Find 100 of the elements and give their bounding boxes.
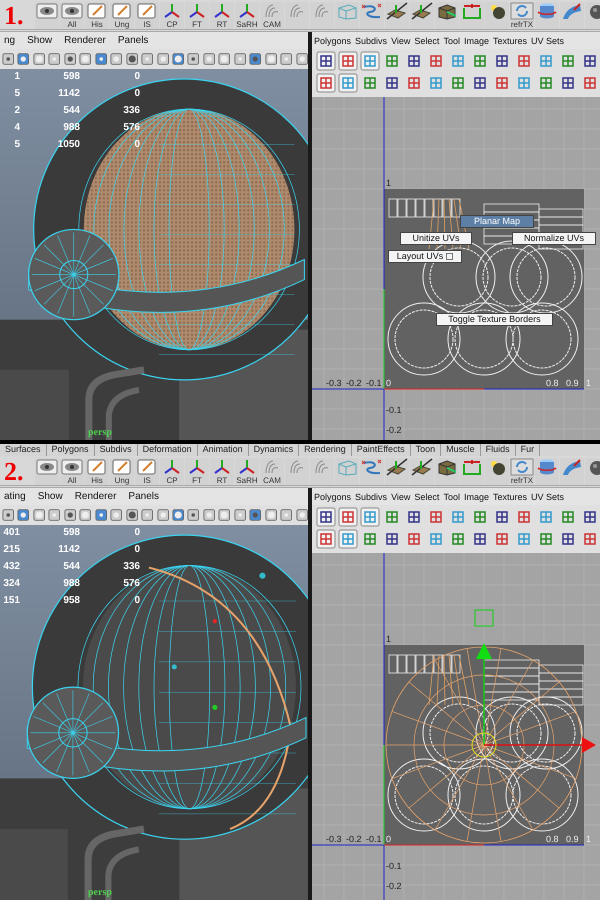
menu-item[interactable]: Select [414,492,440,502]
menu-item[interactable]: UV Sets [530,36,564,46]
shelf-button[interactable]: IS [135,2,159,29]
shelf-button[interactable]: RT [210,2,234,29]
shelf-button[interactable] [535,458,559,485]
shelf-button[interactable] [385,458,409,485]
menu-item[interactable]: UV Sets [530,492,564,502]
shelf-button[interactable] [485,2,509,29]
menu-item[interactable]: ng [4,35,16,46]
axis-label: -0.1 [386,405,402,415]
shelf-button[interactable]: CAM [260,458,284,485]
poly-count-stat: 5 [13,88,20,99]
step-number: 2. [3,458,24,485]
hotkey-menu-item[interactable]: Unitize UVs [400,232,472,245]
viewport-tool-icon[interactable] [296,52,308,66]
menu-item[interactable]: Select [414,36,440,46]
poly-count-stat: 215 [2,544,20,555]
option-box-icon[interactable] [446,253,454,260]
uv-tool-icon[interactable] [316,507,336,527]
frame-icon [460,458,484,476]
axis-label: 0 [386,378,392,388]
menu-item[interactable]: Textures [492,492,527,502]
shelf-button[interactable]: CP [160,2,184,29]
eye-icon [35,2,59,20]
menu-item[interactable]: View [391,492,410,502]
shelf-button[interactable] [410,458,434,485]
shelf-button[interactable]: All [60,458,84,485]
menu-item[interactable]: Subdivs [355,492,388,502]
menu-item[interactable]: Panels [128,491,159,502]
cylinder-icon [535,2,559,20]
shelf-button[interactable]: His [85,458,109,485]
uv-texture-editor[interactable]: 1 -0.3 -0.2 -0.1 0 0.8 0.9 1 -0.1 -0.2 Planar Map Unitize UVs Normalize UVs Layout UVs Toggle Texture Borders [312,97,600,440]
uv-tool-icon[interactable] [316,51,336,71]
shelf-button[interactable]: SaRH [235,458,259,485]
viewport-tool-icon[interactable] [296,508,308,522]
shelf-button[interactable] [35,2,59,29]
shelf-button[interactable] [485,458,509,485]
shelf-button[interactable] [535,2,559,29]
frame-icon [460,2,484,20]
shelf-button[interactable]: CP [160,458,184,485]
hotkey-menu-item[interactable]: Layout UVs [388,250,462,263]
hotkey-menu-item[interactable]: Planar Map [460,215,534,228]
uv-tool-icon[interactable] [338,51,358,71]
menu-item[interactable]: Subdivs [355,36,388,46]
poly-count-stat: 324 [2,578,20,589]
move-manipulator-icon[interactable] [472,610,596,758]
shelf-button[interactable]: refrTX [510,2,534,29]
shelf-button[interactable]: RT [210,458,234,485]
shelf-button[interactable]: Ung [110,458,134,485]
shelf-button[interactable] [385,2,409,29]
poly-count-stat: 598 [62,527,80,538]
menu-item[interactable]: ating [4,491,26,502]
shelf-button[interactable] [35,458,59,485]
poly-count-stat: 1142 [57,544,80,555]
plane-icon [385,2,409,20]
menu-item[interactable]: Tool [443,36,460,46]
cylinder-icon [535,458,559,476]
curve-icon [360,2,384,20]
hotkey-menu-item[interactable]: Normalize UVs [512,232,596,245]
menu-item[interactable]: Tool [443,492,460,502]
shelf-button[interactable] [560,458,584,485]
uv-texture-editor[interactable]: 1 -0.3 -0.2 -0.1 0 0.8 0.9 1 -0.1 -0.2 [312,553,600,900]
curve-icon [360,458,384,476]
menu-item[interactable]: Polygons [314,492,352,502]
axis-label: -0.2 [386,425,402,435]
shelf-button[interactable] [460,458,484,485]
poly-count-stat: 432 [2,561,20,572]
shelf-button[interactable]: IS [135,458,159,485]
shelf-button[interactable]: CAM [260,2,284,29]
shelf-button[interactable]: FT [185,2,209,29]
menu-item[interactable]: Image [464,36,489,46]
hotkey-menu-item[interactable]: Toggle Texture Borders [436,313,553,326]
menu-item[interactable]: Panels [118,35,148,46]
shelf-button[interactable]: FT [185,458,209,485]
axis-label: 0.8 [546,378,559,388]
uv-tool-icon[interactable] [338,507,358,527]
shelf-button[interactable] [435,2,459,29]
shelf-button[interactable]: refrTX [510,458,534,485]
shelf-button[interactable]: SaRH [235,2,259,29]
shelf-button[interactable] [460,2,484,29]
shelf-button[interactable] [410,2,434,29]
menu-item[interactable]: Renderer [64,35,106,46]
axis-label: 0 [386,834,392,844]
uv-tool-icon[interactable] [316,529,336,549]
shelf-button[interactable]: His [85,2,109,29]
menu-item[interactable]: Renderer [74,491,116,502]
poly-count-stat: 401 [2,527,20,538]
shelf-button[interactable]: All [60,2,84,29]
uv-tool-icon[interactable] [316,73,336,93]
axis-label: 1 [386,634,392,644]
menu-item[interactable]: Textures [492,36,527,46]
axis-label: 0.8 [546,834,559,844]
menu-item[interactable]: Show [38,491,63,502]
menu-item[interactable]: Image [464,492,489,502]
shelf-button[interactable] [560,2,584,29]
shelf-button[interactable]: Ung [110,2,134,29]
shelf-button[interactable] [435,458,459,485]
menu-item[interactable]: Show [27,35,52,46]
menu-item[interactable]: Polygons [314,36,352,46]
menu-item[interactable]: View [391,36,410,46]
